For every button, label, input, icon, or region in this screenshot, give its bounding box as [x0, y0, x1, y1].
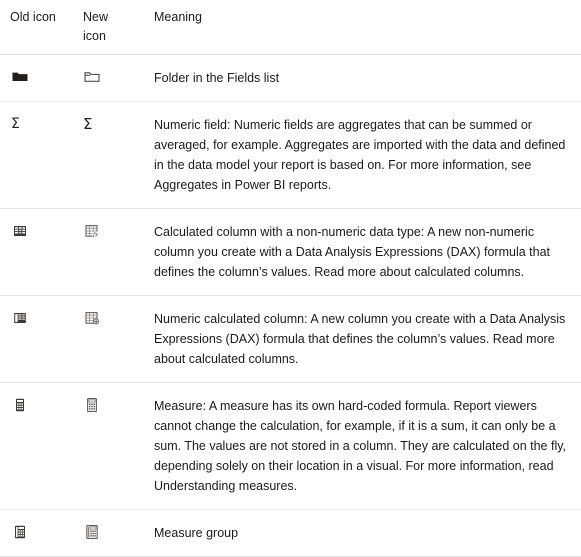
table-body: Folder in the Fields list Σ Σ Numeric fi… [0, 54, 581, 557]
meaning-cell: Numeric calculated column: A new column … [143, 295, 581, 383]
table-row: Measure group [0, 509, 581, 557]
meaning-cell: Numeric field: Numeric fields are aggreg… [143, 101, 581, 209]
folder-filled-icon [11, 68, 29, 86]
measure-group-filled-icon [11, 523, 29, 541]
sigma-icon: Σ [11, 116, 20, 132]
measure-group-icon [83, 523, 101, 541]
table-row: Folder in the Fields list [0, 54, 581, 102]
column-header-new-icon: New icon [72, 0, 143, 55]
old-icon-cell [0, 208, 72, 296]
calculated-column-fx-icon: fx [83, 222, 101, 240]
meaning-cell: Measure: A measure has its own hard-code… [143, 382, 581, 510]
column-header-old-icon: Old icon [0, 0, 72, 55]
measure-calculator-filled-icon [11, 396, 29, 414]
old-icon-cell: Σ [0, 101, 72, 209]
old-icon-cell [0, 382, 72, 510]
new-icon-cell [72, 295, 143, 383]
meaning-cell: Folder in the Fields list [143, 54, 581, 102]
table-row: fx Calculated column with a non-numeric … [0, 208, 581, 296]
svg-text:fx: fx [92, 232, 98, 238]
new-icon-cell [72, 382, 143, 510]
old-icon-cell [0, 54, 72, 102]
numeric-calculated-column-filled-icon [11, 309, 29, 327]
column-header-meaning: Meaning [143, 0, 581, 55]
icon-reference-table: Old icon New icon Meaning Folder in the … [0, 0, 581, 557]
numeric-calculated-column-icon [83, 309, 101, 327]
new-icon-cell [72, 54, 143, 102]
old-icon-cell [0, 295, 72, 383]
table-header-row: Old icon New icon Meaning [0, 0, 581, 55]
table-row: Measure: A measure has its own hard-code… [0, 382, 581, 510]
old-icon-cell [0, 509, 72, 557]
table-row: Numeric calculated column: A new column … [0, 295, 581, 383]
new-icon-cell [72, 509, 143, 557]
sigma-icon: Σ [83, 115, 93, 133]
calculated-column-filled-icon [11, 222, 29, 240]
table-row: Σ Σ Numeric field: Numeric fields are ag… [0, 101, 581, 209]
meaning-cell: Calculated column with a non-numeric dat… [143, 208, 581, 296]
table-header: Old icon New icon Meaning [0, 0, 581, 55]
new-icon-cell: fx [72, 208, 143, 296]
measure-calculator-icon [83, 396, 101, 414]
folder-outline-icon [83, 68, 101, 86]
meaning-cell: Measure group [143, 509, 581, 557]
new-icon-cell: Σ [72, 101, 143, 209]
